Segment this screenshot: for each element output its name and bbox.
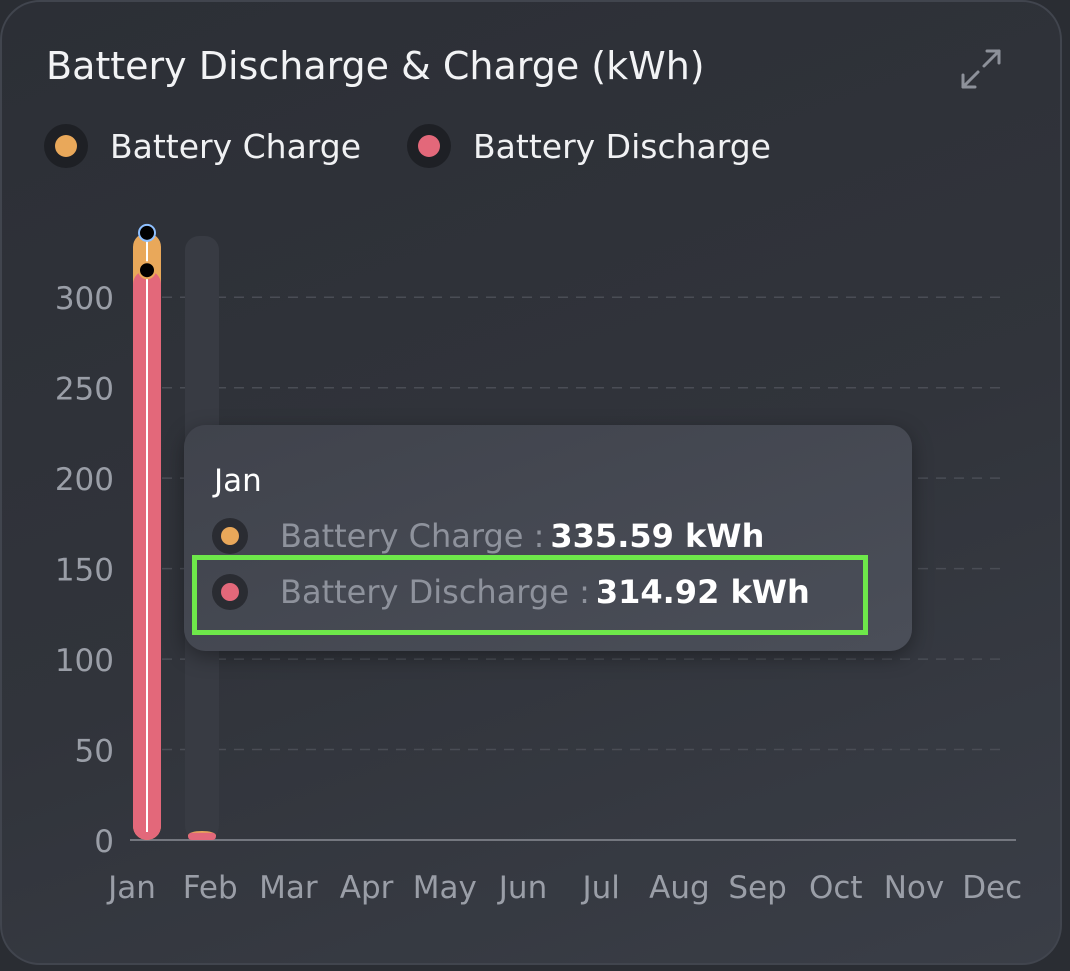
x-tick-label-nov: Nov xyxy=(884,870,945,906)
x-tick-label-jun: Jun xyxy=(497,870,547,906)
x-tick-label-aug: Aug xyxy=(649,870,710,906)
tooltip-row-battery-discharge: Battery Discharge : 314.92 kWh xyxy=(212,573,810,611)
tooltip-value: 314.92 kWh xyxy=(595,573,810,611)
x-tick-label-mar: Mar xyxy=(259,870,318,906)
x-tick-label-sep: Sep xyxy=(728,870,786,906)
y-tick-label: 50 xyxy=(75,734,114,770)
x-tick-label-feb: Feb xyxy=(183,870,238,906)
y-tick-label: 250 xyxy=(55,372,114,408)
x-tick-label-jan: Jan xyxy=(106,870,156,906)
x-tick-label-oct: Oct xyxy=(809,870,863,906)
tooltip-row-battery-charge: Battery Charge : 335.59 kWh xyxy=(212,517,764,555)
y-tick-label: 0 xyxy=(94,824,114,860)
x-tick-label-jul: Jul xyxy=(580,870,619,906)
chart-tooltip: Jan Battery Charge : 335.59 kWh Battery … xyxy=(184,425,912,651)
tooltip-value: 335.59 kWh xyxy=(550,517,765,555)
y-tick-label: 100 xyxy=(55,643,114,679)
tooltip-title: Jan xyxy=(214,463,262,499)
hover-marker-battery-charge xyxy=(138,223,156,242)
x-tick-label-dec: Dec xyxy=(962,870,1022,906)
x-tick-label-apr: Apr xyxy=(340,870,394,906)
chart-card: Battery Discharge & Charge (kWh) Battery… xyxy=(0,0,1062,965)
y-tick-label: 200 xyxy=(55,462,114,498)
bar-battery-discharge-feb xyxy=(188,832,216,840)
tooltip-marker-battery-discharge xyxy=(212,574,248,610)
y-tick-label: 150 xyxy=(55,553,114,589)
y-tick-label: 300 xyxy=(55,281,114,317)
tooltip-label: Battery Discharge : xyxy=(280,573,590,611)
hover-marker-battery-discharge xyxy=(138,261,156,280)
tooltip-marker-battery-charge xyxy=(212,518,248,554)
x-tick-label-may: May xyxy=(413,870,477,906)
tooltip-label: Battery Charge : xyxy=(280,517,545,555)
